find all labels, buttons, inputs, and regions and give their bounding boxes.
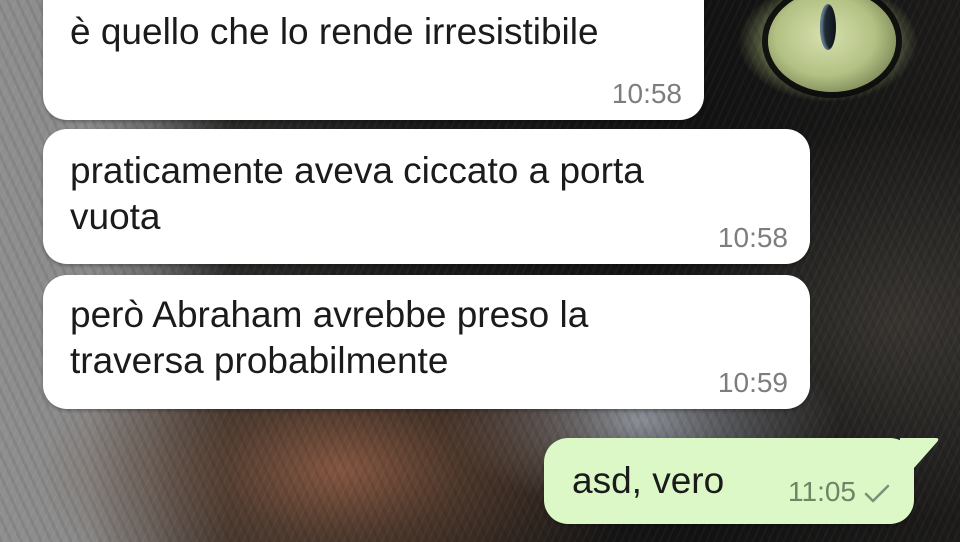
message-text: però Abraham avrebbe preso la traversa p… — [70, 294, 589, 381]
outgoing-message-bubble[interactable]: asd, vero 11:05 — [544, 438, 914, 524]
message-text: è quello che lo rende irresistibile — [70, 11, 599, 52]
message-text: praticamente aveva ciccato a porta vuota — [70, 150, 644, 237]
message-timestamp: 10:58 — [611, 78, 682, 109]
incoming-message-bubble[interactable]: è quello che lo rende irresistibile 10:5… — [43, 0, 704, 120]
message-timestamp: 10:58 — [717, 222, 788, 253]
wallpaper-cat-pupil — [820, 4, 836, 50]
incoming-message-bubble[interactable]: però Abraham avrebbe preso la traversa p… — [43, 275, 810, 409]
message-timestamp: 11:05 — [788, 476, 856, 507]
message-text: asd, vero — [572, 460, 725, 501]
incoming-message-bubble[interactable]: praticamente aveva ciccato a porta vuota… — [43, 129, 810, 264]
outgoing-bubble-tail — [900, 438, 939, 468]
message-timestamp: 10:59 — [717, 367, 788, 398]
single-check-icon — [864, 484, 890, 503]
